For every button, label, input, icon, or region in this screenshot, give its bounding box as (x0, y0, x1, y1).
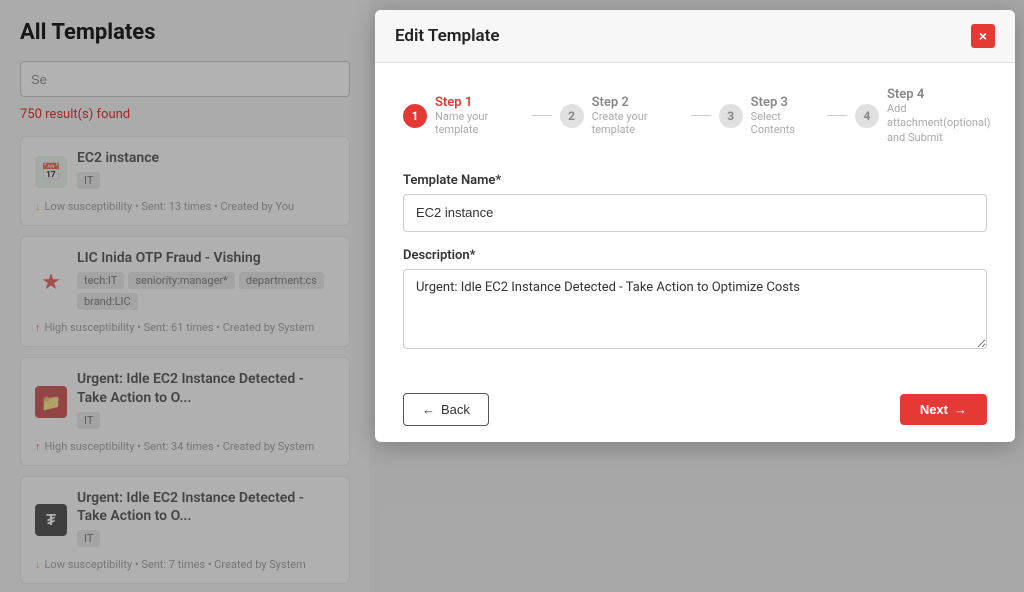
modal-header: Edit Template × (375, 10, 1015, 63)
description-label: Description* (403, 248, 987, 263)
step-3-sublabel: Select Contents (751, 110, 819, 136)
step-4-text: Step 4 Add attachment(optional) and Subm… (887, 87, 987, 145)
steps-row: 1 Step 1 Name your template 2 Step 2 Cre… (403, 87, 987, 145)
step-1-text: Step 1 Name your template (435, 95, 524, 136)
step-4: 4 Step 4 Add attachment(optional) and Su… (855, 87, 987, 145)
step-2-label: Step 2 (592, 95, 683, 110)
step-2-circle: 2 (560, 104, 584, 128)
step-1-label: Step 1 (435, 95, 524, 110)
step-3: 3 Step 3 Select Contents (719, 95, 819, 136)
step-1-sublabel: Name your template (435, 110, 524, 136)
template-name-input[interactable] (403, 194, 987, 232)
step-2-text: Step 2 Create your template (592, 95, 683, 136)
next-arrow-icon: → (954, 402, 967, 417)
back-button[interactable]: ← Back (403, 393, 489, 426)
step-3-label: Step 3 (751, 95, 819, 110)
step-divider-3 (827, 115, 847, 116)
modal-title: Edit Template (395, 26, 500, 46)
step-4-sublabel: Add attachment(optional) and Submit (887, 102, 987, 145)
step-4-circle: 4 (855, 104, 879, 128)
step-1: 1 Step 1 Name your template (403, 95, 524, 136)
back-arrow-icon: ← (422, 402, 435, 417)
modal-footer: ← Back Next → (375, 373, 1015, 442)
next-button[interactable]: Next → (900, 394, 987, 425)
step-1-circle: 1 (403, 104, 427, 128)
step-3-circle: 3 (719, 104, 743, 128)
step-2: 2 Step 2 Create your template (560, 95, 683, 136)
step-4-label: Step 4 (887, 87, 987, 102)
step-2-sublabel: Create your template (592, 110, 683, 136)
step-3-text: Step 3 Select Contents (751, 95, 819, 136)
step-divider-1 (532, 115, 552, 116)
template-name-label: Template Name* (403, 173, 987, 188)
edit-template-modal: Edit Template × 1 Step 1 Name your templ… (375, 10, 1015, 442)
modal-body: 1 Step 1 Name your template 2 Step 2 Cre… (375, 63, 1015, 373)
description-textarea[interactable]: Urgent: Idle EC2 Instance Detected - Tak… (403, 269, 987, 349)
close-button[interactable]: × (971, 24, 995, 48)
next-label: Next (920, 402, 948, 417)
step-divider-2 (691, 115, 711, 116)
back-label: Back (441, 402, 470, 417)
